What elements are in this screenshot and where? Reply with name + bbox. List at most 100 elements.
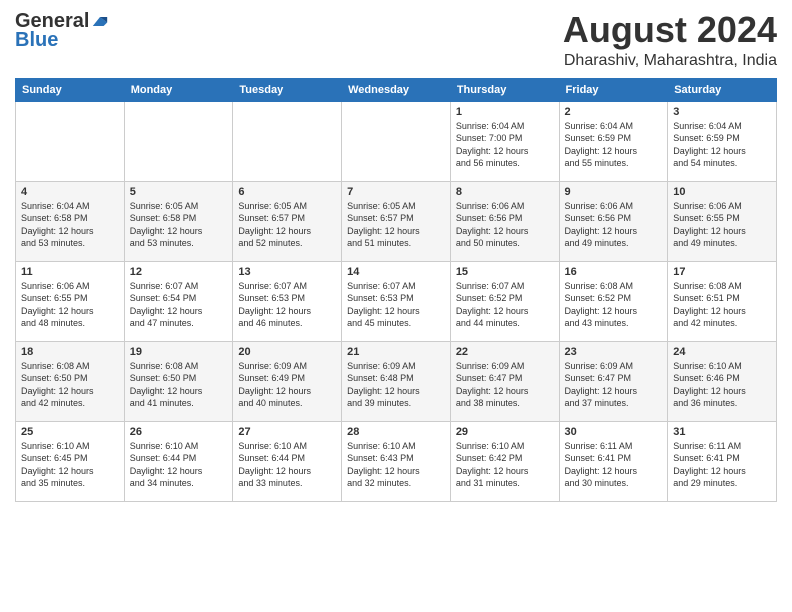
main-title: August 2024 [563, 10, 777, 50]
day-number: 29 [456, 426, 554, 438]
header-sunday: Sunday [16, 78, 125, 101]
header-tuesday: Tuesday [233, 78, 342, 101]
week-row-0: 1 Sunrise: 6:04 AM Sunset: 7:00 PM Daylig… [16, 101, 777, 181]
day-number: 23 [565, 346, 663, 358]
day-info: Sunrise: 6:07 AM Sunset: 6:53 PM Dayligh… [238, 280, 336, 330]
week-row-1: 4Sunrise: 6:04 AM Sunset: 6:58 PM Daylig… [16, 181, 777, 261]
day-number: 13 [238, 266, 336, 278]
cell-4-6: 31 Sunrise: 6:11 AM Sunset: 6:41 PM Dayli… [668, 421, 777, 501]
day-info: Sunrise: 6:09 AM Sunset: 6:47 PM Dayligh… [456, 360, 554, 410]
cell-3-5: 23 Sunrise: 6:09 AM Sunset: 6:47 PM Dayli… [559, 341, 668, 421]
cell-2-3: 14 Sunrise: 6:07 AM Sunset: 6:53 PM Dayli… [342, 261, 451, 341]
title-block: August 2024 Dharashiv, Maharashtra, Indi… [563, 10, 777, 70]
day-info: Sunrise: 6:04 AM Sunset: 7:00 PM Dayligh… [456, 120, 554, 170]
header-wednesday: Wednesday [342, 78, 451, 101]
day-info: Sunrise: 6:06 AM Sunset: 6:55 PM Dayligh… [673, 200, 771, 250]
day-info: Sunrise: 6:06 AM Sunset: 6:56 PM Dayligh… [565, 200, 663, 250]
day-number: 18 [21, 346, 119, 358]
day-info: Sunrise: 6:11 AM Sunset: 6:41 PM Dayligh… [673, 440, 771, 490]
day-info: Sunrise: 6:06 AM Sunset: 6:56 PM Dayligh… [456, 200, 554, 250]
day-number: 10 [673, 186, 771, 198]
day-number: 12 [130, 266, 228, 278]
cell-2-4: 15 Sunrise: 6:07 AM Sunset: 6:52 PM Dayli… [450, 261, 559, 341]
cell-0-3 [342, 101, 451, 181]
cell-1-3: 7 Sunrise: 6:05 AM Sunset: 6:57 PM Daylig… [342, 181, 451, 261]
day-number: 9 [565, 186, 663, 198]
day-number: 30 [565, 426, 663, 438]
day-number: 31 [673, 426, 771, 438]
cell-2-1: 12 Sunrise: 6:07 AM Sunset: 6:54 PM Dayli… [124, 261, 233, 341]
day-info: Sunrise: 6:07 AM Sunset: 6:52 PM Dayligh… [456, 280, 554, 330]
cell-2-2: 13 Sunrise: 6:07 AM Sunset: 6:53 PM Dayli… [233, 261, 342, 341]
day-number: 21 [347, 346, 445, 358]
day-info: Sunrise: 6:09 AM Sunset: 6:47 PM Dayligh… [565, 360, 663, 410]
day-number: 26 [130, 426, 228, 438]
day-number: 8 [456, 186, 554, 198]
day-number: 1 [456, 106, 554, 118]
cell-0-6: 3Sunrise: 6:04 AM Sunset: 6:59 PM Daylig… [668, 101, 777, 181]
day-number: 24 [673, 346, 771, 358]
cell-3-2: 20Sunrise: 6:09 AM Sunset: 6:49 PM Dayli… [233, 341, 342, 421]
week-row-2: 11Sunrise: 6:06 AM Sunset: 6:55 PM Dayli… [16, 261, 777, 341]
day-number: 5 [130, 186, 228, 198]
day-info: Sunrise: 6:10 AM Sunset: 6:44 PM Dayligh… [238, 440, 336, 490]
day-info: Sunrise: 6:08 AM Sunset: 6:51 PM Dayligh… [673, 280, 771, 330]
page: General Blue August 2024 Dharashiv, Maha… [0, 0, 792, 512]
cell-2-5: 16Sunrise: 6:08 AM Sunset: 6:52 PM Dayli… [559, 261, 668, 341]
day-number: 6 [238, 186, 336, 198]
logo: General Blue [15, 10, 109, 52]
day-info: Sunrise: 6:10 AM Sunset: 6:45 PM Dayligh… [21, 440, 119, 490]
day-info: Sunrise: 6:05 AM Sunset: 6:57 PM Dayligh… [347, 200, 445, 250]
day-info: Sunrise: 6:07 AM Sunset: 6:54 PM Dayligh… [130, 280, 228, 330]
day-info: Sunrise: 6:04 AM Sunset: 6:59 PM Dayligh… [565, 120, 663, 170]
logo-icon [91, 15, 109, 29]
cell-3-1: 19 Sunrise: 6:08 AM Sunset: 6:50 PM Dayli… [124, 341, 233, 421]
logo-blue: Blue [15, 29, 58, 52]
cell-1-4: 8 Sunrise: 6:06 AM Sunset: 6:56 PM Daylig… [450, 181, 559, 261]
cell-1-0: 4Sunrise: 6:04 AM Sunset: 6:58 PM Daylig… [16, 181, 125, 261]
day-number: 4 [21, 186, 119, 198]
header-friday: Friday [559, 78, 668, 101]
cell-0-2 [233, 101, 342, 181]
sub-title: Dharashiv, Maharashtra, India [563, 52, 777, 70]
day-number: 7 [347, 186, 445, 198]
day-number: 2 [565, 106, 663, 118]
day-info: Sunrise: 6:09 AM Sunset: 6:48 PM Dayligh… [347, 360, 445, 410]
calendar-header-row: Sunday Monday Tuesday Wednesday Thursday… [16, 78, 777, 101]
cell-1-1: 5Sunrise: 6:05 AM Sunset: 6:58 PM Daylig… [124, 181, 233, 261]
cell-4-0: 25 Sunrise: 6:10 AM Sunset: 6:45 PM Dayli… [16, 421, 125, 501]
cell-4-5: 30 Sunrise: 6:11 AM Sunset: 6:41 PM Dayli… [559, 421, 668, 501]
day-info: Sunrise: 6:07 AM Sunset: 6:53 PM Dayligh… [347, 280, 445, 330]
header-saturday: Saturday [668, 78, 777, 101]
cell-3-0: 18 Sunrise: 6:08 AM Sunset: 6:50 PM Dayli… [16, 341, 125, 421]
day-info: Sunrise: 6:10 AM Sunset: 6:42 PM Dayligh… [456, 440, 554, 490]
day-number: 28 [347, 426, 445, 438]
day-info: Sunrise: 6:10 AM Sunset: 6:46 PM Dayligh… [673, 360, 771, 410]
day-info: Sunrise: 6:08 AM Sunset: 6:50 PM Dayligh… [130, 360, 228, 410]
cell-0-0 [16, 101, 125, 181]
cell-3-3: 21 Sunrise: 6:09 AM Sunset: 6:48 PM Dayli… [342, 341, 451, 421]
cell-4-2: 27Sunrise: 6:10 AM Sunset: 6:44 PM Dayli… [233, 421, 342, 501]
cell-3-6: 24 Sunrise: 6:10 AM Sunset: 6:46 PM Dayli… [668, 341, 777, 421]
day-info: Sunrise: 6:06 AM Sunset: 6:55 PM Dayligh… [21, 280, 119, 330]
day-info: Sunrise: 6:10 AM Sunset: 6:43 PM Dayligh… [347, 440, 445, 490]
cell-3-4: 22 Sunrise: 6:09 AM Sunset: 6:47 PM Dayli… [450, 341, 559, 421]
day-info: Sunrise: 6:08 AM Sunset: 6:50 PM Dayligh… [21, 360, 119, 410]
cell-4-4: 29 Sunrise: 6:10 AM Sunset: 6:42 PM Dayli… [450, 421, 559, 501]
day-number: 14 [347, 266, 445, 278]
header-monday: Monday [124, 78, 233, 101]
day-number: 19 [130, 346, 228, 358]
week-row-3: 18 Sunrise: 6:08 AM Sunset: 6:50 PM Dayli… [16, 341, 777, 421]
day-info: Sunrise: 6:10 AM Sunset: 6:44 PM Dayligh… [130, 440, 228, 490]
day-number: 25 [21, 426, 119, 438]
header: General Blue August 2024 Dharashiv, Maha… [15, 10, 777, 70]
day-info: Sunrise: 6:08 AM Sunset: 6:52 PM Dayligh… [565, 280, 663, 330]
day-info: Sunrise: 6:09 AM Sunset: 6:49 PM Dayligh… [238, 360, 336, 410]
cell-1-6: 10 Sunrise: 6:06 AM Sunset: 6:55 PM Dayli… [668, 181, 777, 261]
day-info: Sunrise: 6:05 AM Sunset: 6:57 PM Dayligh… [238, 200, 336, 250]
cell-0-4: 1 Sunrise: 6:04 AM Sunset: 7:00 PM Daylig… [450, 101, 559, 181]
day-number: 15 [456, 266, 554, 278]
day-number: 22 [456, 346, 554, 358]
week-row-4: 25 Sunrise: 6:10 AM Sunset: 6:45 PM Dayli… [16, 421, 777, 501]
day-info: Sunrise: 6:11 AM Sunset: 6:41 PM Dayligh… [565, 440, 663, 490]
